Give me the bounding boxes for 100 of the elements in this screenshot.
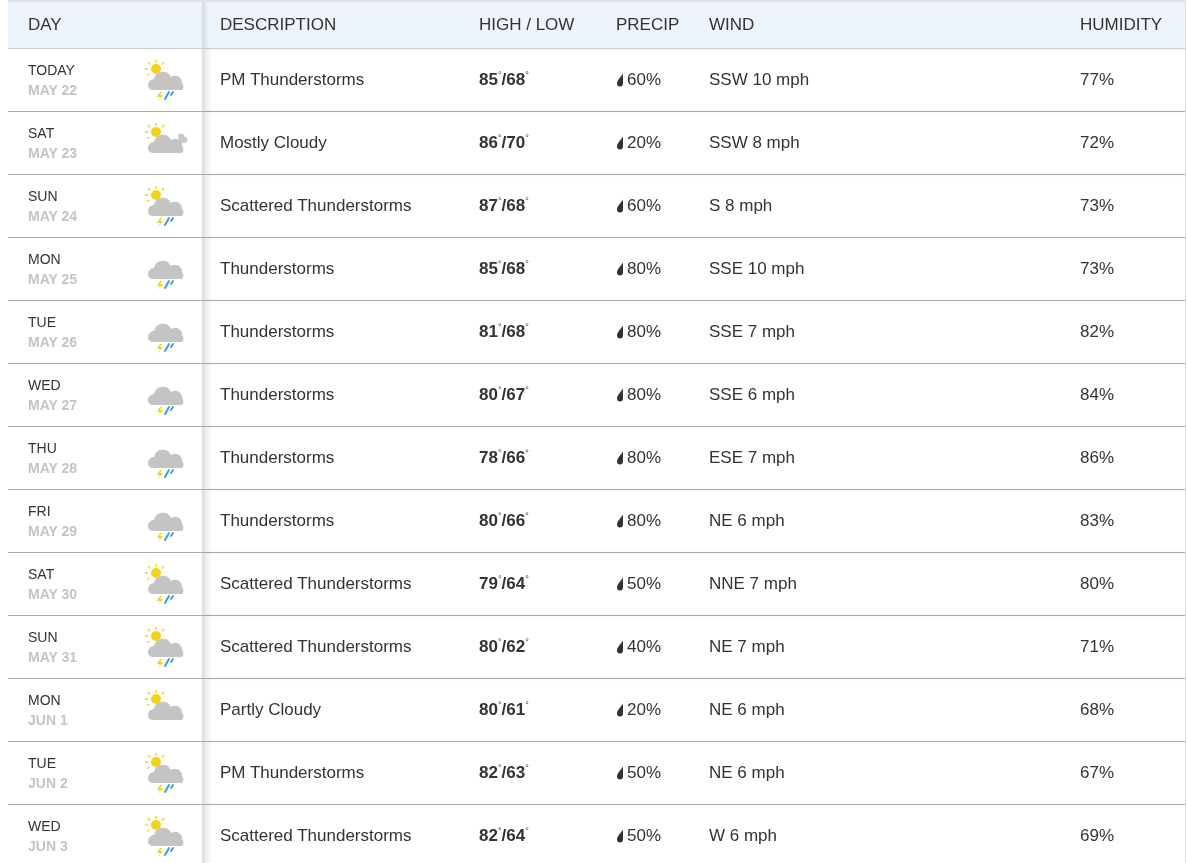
temperature-cell-text: 85$^{°}$/68$^{°}$ [479,259,530,279]
precip-cell: 60% [627,196,662,216]
description-cell-text: Scattered Thunderstorms [220,637,413,657]
column-header: HUMIDITY [1080,15,1163,35]
temperature-cell-text: 86$^{°}$/70$^{°}$ [479,133,530,153]
date-label: MAY 27 [28,397,78,413]
day-label: FRI [28,503,52,519]
day-label: TUE [28,755,57,771]
raindrop-icon [616,766,624,780]
humidity-cell: 67% [1080,763,1115,783]
precip-cell: 80% [627,385,662,405]
column-header: DAY [28,15,62,35]
humidity-cell: 73% [1080,196,1115,216]
temperature-cell-text: 81$^{°}$/68$^{°}$ [479,322,530,342]
temperature-cell-text: 85$^{°}$/68$^{°}$ [479,70,530,90]
humidity-cell: 86% [1080,448,1115,468]
raindrop-icon [616,703,624,717]
raindrop-icon [616,640,624,654]
day-label: TODAY [28,62,76,78]
raindrop-icon [616,577,624,591]
humidity-cell: 80% [1080,574,1115,594]
temperature-cell-text: 80$^{°}$/66$^{°}$ [479,511,530,531]
raindrop-icon [616,73,624,87]
wind-cell-text: NE 6 mph [709,763,786,783]
raindrop-icon [616,199,624,213]
wind-cell-text: SSE 7 mph [709,322,796,342]
precip-cell: 80% [627,259,662,279]
column-header: HIGH / LOW [479,15,576,35]
column-header: WIND [709,15,756,35]
wind-cell-text: NE 6 mph [709,700,786,720]
description-cell-text: Scattered Thunderstorms [220,574,413,594]
day-label: SAT [28,566,56,582]
description-cell-text: Thunderstorms [220,322,336,342]
precip-cell: 20% [627,133,662,153]
date-label: MAY 25 [28,271,78,287]
date-label: MAY 28 [28,460,78,476]
precip-cell: 20% [627,700,662,720]
day-label: SUN [28,188,59,204]
humidity-cell: 68% [1080,700,1115,720]
description-cell-text: Thunderstorms [220,448,336,468]
humidity-cell: 71% [1080,637,1115,657]
humidity-cell: 77% [1080,70,1115,90]
raindrop-icon [616,451,624,465]
humidity-cell: 83% [1080,511,1115,531]
raindrop-icon [616,325,624,339]
temperature-cell-text: 82$^{°}$/63$^{°}$ [479,763,530,783]
description-cell-text: Partly Cloudy [220,700,323,720]
wind-cell-text: NE 7 mph [709,637,786,657]
description-cell-text: Mostly Cloudy [220,133,328,153]
description-cell-text: Thunderstorms [220,259,336,279]
wind-cell-text: SSW 8 mph [709,133,801,153]
wind-cell-text: S 8 mph [709,196,774,216]
raindrop-icon [616,136,624,150]
wind-cell-text: SSE 10 mph [709,259,806,279]
temperature-cell-text: 82$^{°}$/64$^{°}$ [479,826,530,846]
day-label: MON [28,251,62,267]
description-cell-text: Thunderstorms [220,511,336,531]
humidity-cell: 84% [1080,385,1115,405]
precip-cell: 80% [627,322,662,342]
raindrop-icon [616,388,624,402]
humidity-cell: 69% [1080,826,1115,846]
description-cell-text: Thunderstorms [220,385,336,405]
date-label: MAY 23 [28,145,78,161]
wind-cell-text: SSE 6 mph [709,385,796,405]
day-label: TUE [28,314,57,330]
date-label: MAY 26 [28,334,78,350]
description-cell-text: PM Thunderstorms [220,763,366,783]
day-label: WED [28,818,62,834]
temperature-cell-text: 80$^{°}$/61$^{°}$ [479,700,530,720]
precip-cell: 50% [627,574,662,594]
precip-cell: 60% [627,70,662,90]
date-label: MAY 31 [28,649,78,665]
day-label: SAT [28,125,56,141]
wind-cell-text: W 6 mph [709,826,779,846]
day-label: MON [28,692,62,708]
humidity-cell: 82% [1080,322,1115,342]
date-label: JUN 3 [28,838,68,854]
date-label: MAY 24 [28,208,78,224]
temperature-cell-text: 87$^{°}$/68$^{°}$ [479,196,530,216]
description-cell-text: PM Thunderstorms [220,70,366,90]
day-label: WED [28,377,62,393]
temperature-cell-text: 78$^{°}$/66$^{°}$ [479,448,530,468]
precip-cell: 40% [627,637,662,657]
description-cell-text: Scattered Thunderstorms [220,826,413,846]
precip-cell: 80% [627,448,662,468]
date-label: JUN 2 [28,775,68,791]
humidity-cell: 73% [1080,259,1115,279]
description-cell-text: Scattered Thunderstorms [220,196,413,216]
date-label: MAY 30 [28,586,78,602]
humidity-cell: 72% [1080,133,1115,153]
temperature-cell-text: 79$^{°}$/64$^{°}$ [479,574,530,594]
wind-cell-text: NE 6 mph [709,511,786,531]
date-label: MAY 22 [28,82,78,98]
raindrop-icon [616,514,624,528]
wind-cell-text: SSW 10 mph [709,70,811,90]
temperature-cell-text: 80$^{°}$/67$^{°}$ [479,385,530,405]
day-label: THU [28,440,58,456]
day-label: SUN [28,629,59,645]
raindrop-icon [616,829,624,843]
date-label: MAY 29 [28,523,78,539]
